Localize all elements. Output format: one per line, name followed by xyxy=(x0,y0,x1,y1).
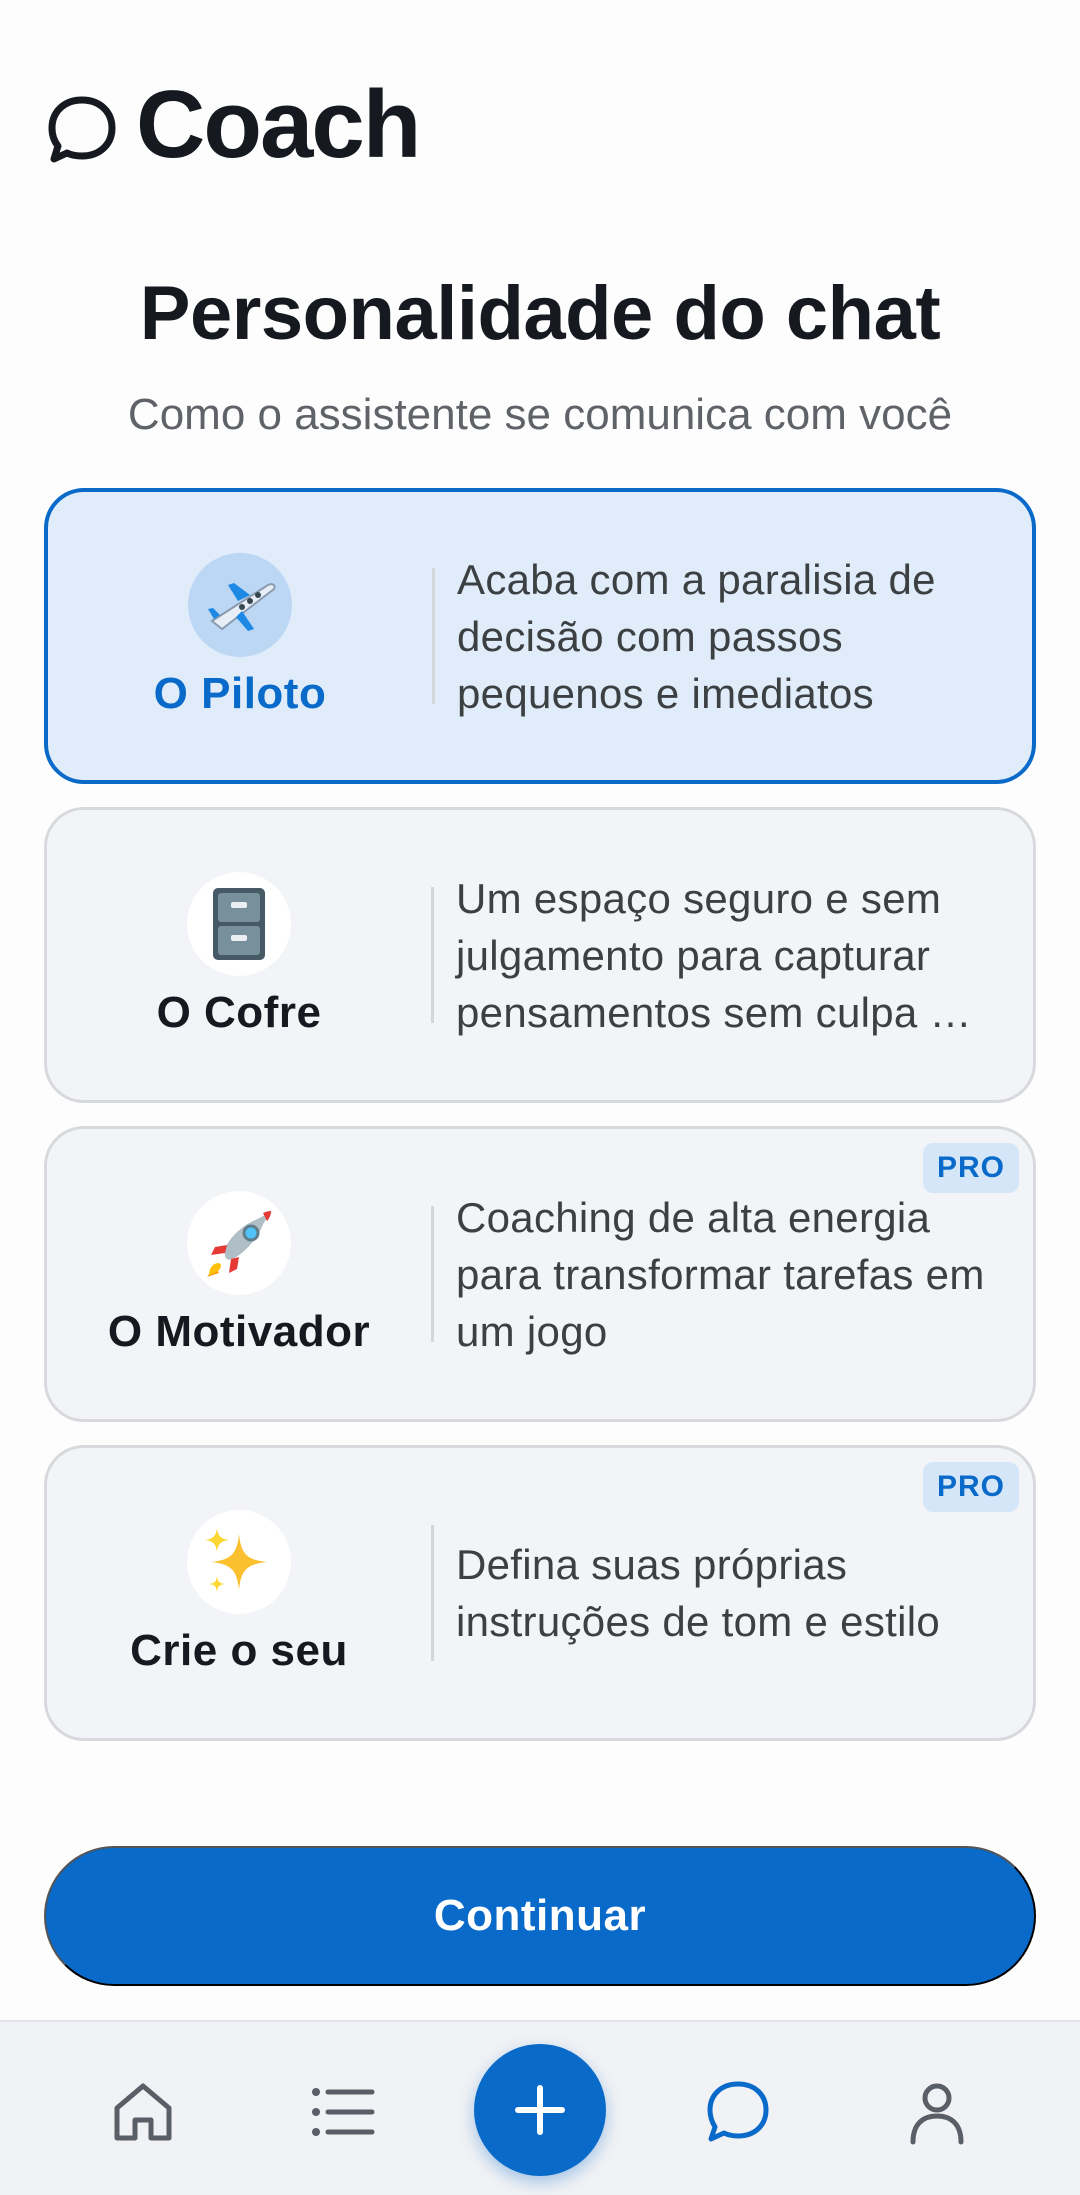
card-divider xyxy=(431,1206,434,1342)
nav-home[interactable] xyxy=(103,2072,183,2152)
chat-icon xyxy=(707,2081,769,2142)
app-header: Coach xyxy=(44,70,421,180)
card-name: O Cofre xyxy=(156,988,322,1037)
rocket-icon xyxy=(187,1191,291,1295)
card-description: Um espaço seguro e sem julgamento para c… xyxy=(456,874,972,1036)
bottom-nav xyxy=(0,2020,1080,2195)
nav-profile[interactable] xyxy=(897,2072,977,2152)
card-divider xyxy=(432,568,435,704)
screen: Coach Personalidade do chat Como o assis… xyxy=(0,0,1080,2195)
card-divider xyxy=(431,887,434,1023)
card-name: O Motivador xyxy=(107,1307,371,1356)
continue-button[interactable]: Continuar xyxy=(44,1846,1036,1986)
sparkles-icon xyxy=(187,1510,291,1614)
page-subtitle: Como o assistente se comunica com você xyxy=(127,390,953,439)
chat-bubble-icon xyxy=(48,96,116,163)
file-cabinet-icon xyxy=(187,872,291,976)
nav-chat[interactable] xyxy=(698,2072,778,2152)
card-divider xyxy=(431,1525,434,1661)
pro-badge: PRO xyxy=(922,1143,1019,1193)
personality-card-custom[interactable]: PRO Crie o seu Defina suas próprias inst… xyxy=(44,1445,1036,1741)
card-name: Crie o seu xyxy=(130,1626,348,1675)
personality-card-piloto[interactable]: O Piloto Acaba com a paralisia de decisã… xyxy=(44,488,1036,784)
personality-card-cofre[interactable]: O Cofre Um espaço seguro e sem julgament… xyxy=(44,807,1036,1103)
card-identity: Crie o seu xyxy=(47,1448,431,1738)
card-name: O Piloto xyxy=(153,669,327,718)
card-identity: O Motivador xyxy=(47,1129,431,1419)
add-icon xyxy=(515,2085,565,2135)
profile-icon xyxy=(910,2083,964,2145)
card-description: Coaching de alta energia para transforma… xyxy=(456,1193,985,1355)
page-title: Personalidade do chat xyxy=(139,271,941,356)
pro-badge: PRO xyxy=(922,1462,1019,1512)
personality-card-motivador[interactable]: PRO O Motivador Coaching de alta energia… xyxy=(44,1126,1036,1422)
nav-add-button[interactable] xyxy=(474,2044,606,2176)
card-description: Acaba com a paralisia de decisão com pas… xyxy=(457,555,936,717)
app-title: Coach xyxy=(136,71,421,178)
home-icon xyxy=(114,2083,172,2141)
nav-list[interactable] xyxy=(302,2072,382,2152)
card-identity: O Piloto xyxy=(48,492,432,780)
airplane-icon xyxy=(188,553,292,657)
list-icon xyxy=(312,2088,375,2136)
card-description: Defina suas próprias instruções de tom e… xyxy=(456,1541,941,1645)
card-identity: O Cofre xyxy=(47,810,431,1100)
